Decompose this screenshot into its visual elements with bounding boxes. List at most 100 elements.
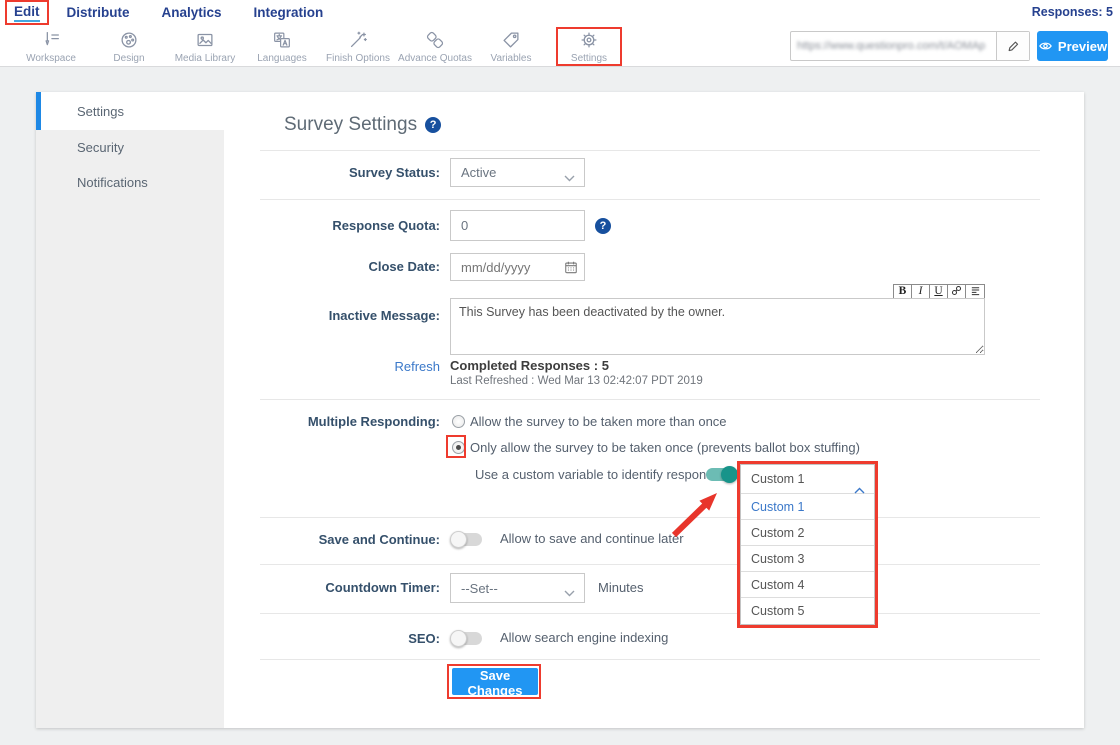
divider xyxy=(260,564,1040,565)
chain-links-icon xyxy=(396,29,474,51)
nav-tab-distribute[interactable]: Distribute xyxy=(67,5,130,20)
gear-icon xyxy=(550,29,628,51)
help-icon[interactable] xyxy=(595,218,611,234)
help-icon[interactable] xyxy=(425,117,441,133)
last-refreshed: Last Refreshed : Wed Mar 13 02:42:07 PDT… xyxy=(450,375,703,387)
tool-label: Workspace xyxy=(12,53,90,64)
toggle-knob xyxy=(450,630,467,647)
annotation-box-dropdown: Custom 1 Custom 1 Custom 2 Custom 3 Cust… xyxy=(737,461,878,628)
preview-button[interactable]: Preview xyxy=(1037,31,1108,61)
tool-label: Variables xyxy=(472,53,550,64)
completed-responses: Completed Responses : 5 xyxy=(450,358,609,373)
save-and-continue-description: Allow to save and continue later xyxy=(500,531,684,546)
format-toolbar: B I U xyxy=(893,284,985,299)
radio-option-label[interactable]: Only allow the survey to be taken once (… xyxy=(470,440,860,455)
divider xyxy=(260,399,1040,400)
response-quota-label: Response Quota: xyxy=(224,218,440,233)
radio-take-once[interactable] xyxy=(452,441,465,454)
close-date-label: Close Date: xyxy=(224,259,440,274)
nav-tab-analytics[interactable]: Analytics xyxy=(162,5,222,20)
tool-design[interactable]: Design xyxy=(90,29,168,64)
tool-label: Settings xyxy=(550,53,628,64)
tool-workspace[interactable]: Workspace xyxy=(12,29,90,64)
countdown-timer-label: Countdown Timer: xyxy=(224,580,440,595)
save-and-continue-toggle[interactable] xyxy=(452,533,482,546)
radio-option-label[interactable]: Allow the survey to be taken more than o… xyxy=(470,414,727,429)
edit-url-button[interactable] xyxy=(996,32,1029,60)
divider xyxy=(260,199,1040,200)
underline-button[interactable]: U xyxy=(930,285,948,298)
toggle-knob xyxy=(721,466,738,483)
tool-finish-options[interactable]: Finish Options xyxy=(319,29,397,64)
pencil-icon xyxy=(1006,39,1020,53)
survey-url-bar: https://www.questionpro.com/t/AOMAp xyxy=(790,31,1030,61)
design-palette-icon xyxy=(90,29,168,51)
dropdown-selected[interactable]: Custom 1 xyxy=(741,465,874,493)
top-nav: Edit Distribute Analytics Integration xyxy=(0,0,355,25)
chevron-up-icon xyxy=(854,476,865,504)
tag-icon xyxy=(472,29,550,51)
close-date-field xyxy=(450,253,585,281)
annotation-box-edit: Edit xyxy=(5,0,49,25)
custom-variable-dropdown: Custom 1 Custom 1 Custom 2 Custom 3 Cust… xyxy=(740,464,875,625)
media-library-icon xyxy=(166,29,244,51)
settings-panel: Settings Security Notifications Survey S… xyxy=(36,92,1084,728)
survey-status-select[interactable]: Active xyxy=(450,158,585,187)
multiple-responding-label: Multiple Responding: xyxy=(224,414,440,429)
tool-advance-quotas[interactable]: Advance Quotas xyxy=(396,29,474,64)
refresh-link[interactable]: Refresh xyxy=(224,359,440,374)
dropdown-option-custom-5[interactable]: Custom 5 xyxy=(741,597,874,623)
italic-button[interactable]: I xyxy=(912,285,930,298)
divider xyxy=(260,517,1040,518)
seo-toggle[interactable] xyxy=(452,632,482,645)
responses-count: Responses: 5 xyxy=(1032,5,1113,19)
dropdown-option-custom-4[interactable]: Custom 4 xyxy=(741,571,874,597)
page-title: Survey Settings xyxy=(284,114,417,136)
radio-take-more-than-once[interactable] xyxy=(452,415,465,428)
nav-tab-integration[interactable]: Integration xyxy=(254,5,324,20)
countdown-timer-value: --Set-- xyxy=(461,581,498,596)
dropdown-option-custom-3[interactable]: Custom 3 xyxy=(741,545,874,571)
languages-translate-icon xyxy=(243,29,321,51)
divider xyxy=(260,613,1040,614)
tool-settings[interactable]: Settings xyxy=(550,29,628,64)
bold-button[interactable]: B xyxy=(894,285,912,298)
sidebar-item-notifications[interactable]: Notifications xyxy=(36,165,224,200)
preview-label: Preview xyxy=(1058,39,1107,54)
calendar-icon[interactable] xyxy=(564,260,578,279)
countdown-timer-select[interactable]: --Set-- xyxy=(450,573,585,603)
tool-variables[interactable]: Variables xyxy=(472,29,550,64)
survey-status-value: Active xyxy=(461,165,496,180)
save-changes-button[interactable]: Save Changes xyxy=(452,668,538,695)
response-quota-input[interactable] xyxy=(450,210,585,241)
chevron-down-icon xyxy=(564,585,575,600)
divider xyxy=(260,150,1040,151)
page-title-row: Survey Settings xyxy=(284,114,441,136)
align-button[interactable] xyxy=(966,285,984,298)
tool-label: Finish Options xyxy=(319,53,397,64)
inactive-message-textarea[interactable]: This Survey has been deactivated by the … xyxy=(450,298,985,355)
chevron-down-icon xyxy=(564,170,575,185)
toggle-knob xyxy=(450,531,467,548)
dropdown-selected-value: Custom 1 xyxy=(751,472,805,486)
workspace-icon xyxy=(12,29,90,51)
tool-media-library[interactable]: Media Library xyxy=(166,29,244,64)
divider xyxy=(260,659,1040,660)
seo-label: SEO: xyxy=(224,631,440,646)
tool-label: Languages xyxy=(243,53,321,64)
countdown-timer-suffix: Minutes xyxy=(598,580,644,595)
settings-sidebar: Settings Security Notifications xyxy=(36,92,224,728)
save-and-continue-label: Save and Continue: xyxy=(224,532,440,547)
dropdown-option-custom-2[interactable]: Custom 2 xyxy=(741,519,874,545)
survey-url-value[interactable]: https://www.questionpro.com/t/AOMAp xyxy=(791,32,996,60)
custom-variable-toggle[interactable] xyxy=(706,468,736,481)
magic-wand-icon xyxy=(319,29,397,51)
custom-variable-label: Use a custom variable to identify respon… xyxy=(475,467,726,482)
link-button[interactable] xyxy=(948,285,966,298)
tool-label: Design xyxy=(90,53,168,64)
sidebar-item-settings[interactable]: Settings xyxy=(36,92,224,130)
nav-tab-edit[interactable]: Edit xyxy=(14,4,40,22)
tool-label: Media Library xyxy=(166,53,244,64)
tool-languages[interactable]: Languages xyxy=(243,29,321,64)
sidebar-item-security[interactable]: Security xyxy=(36,130,224,165)
